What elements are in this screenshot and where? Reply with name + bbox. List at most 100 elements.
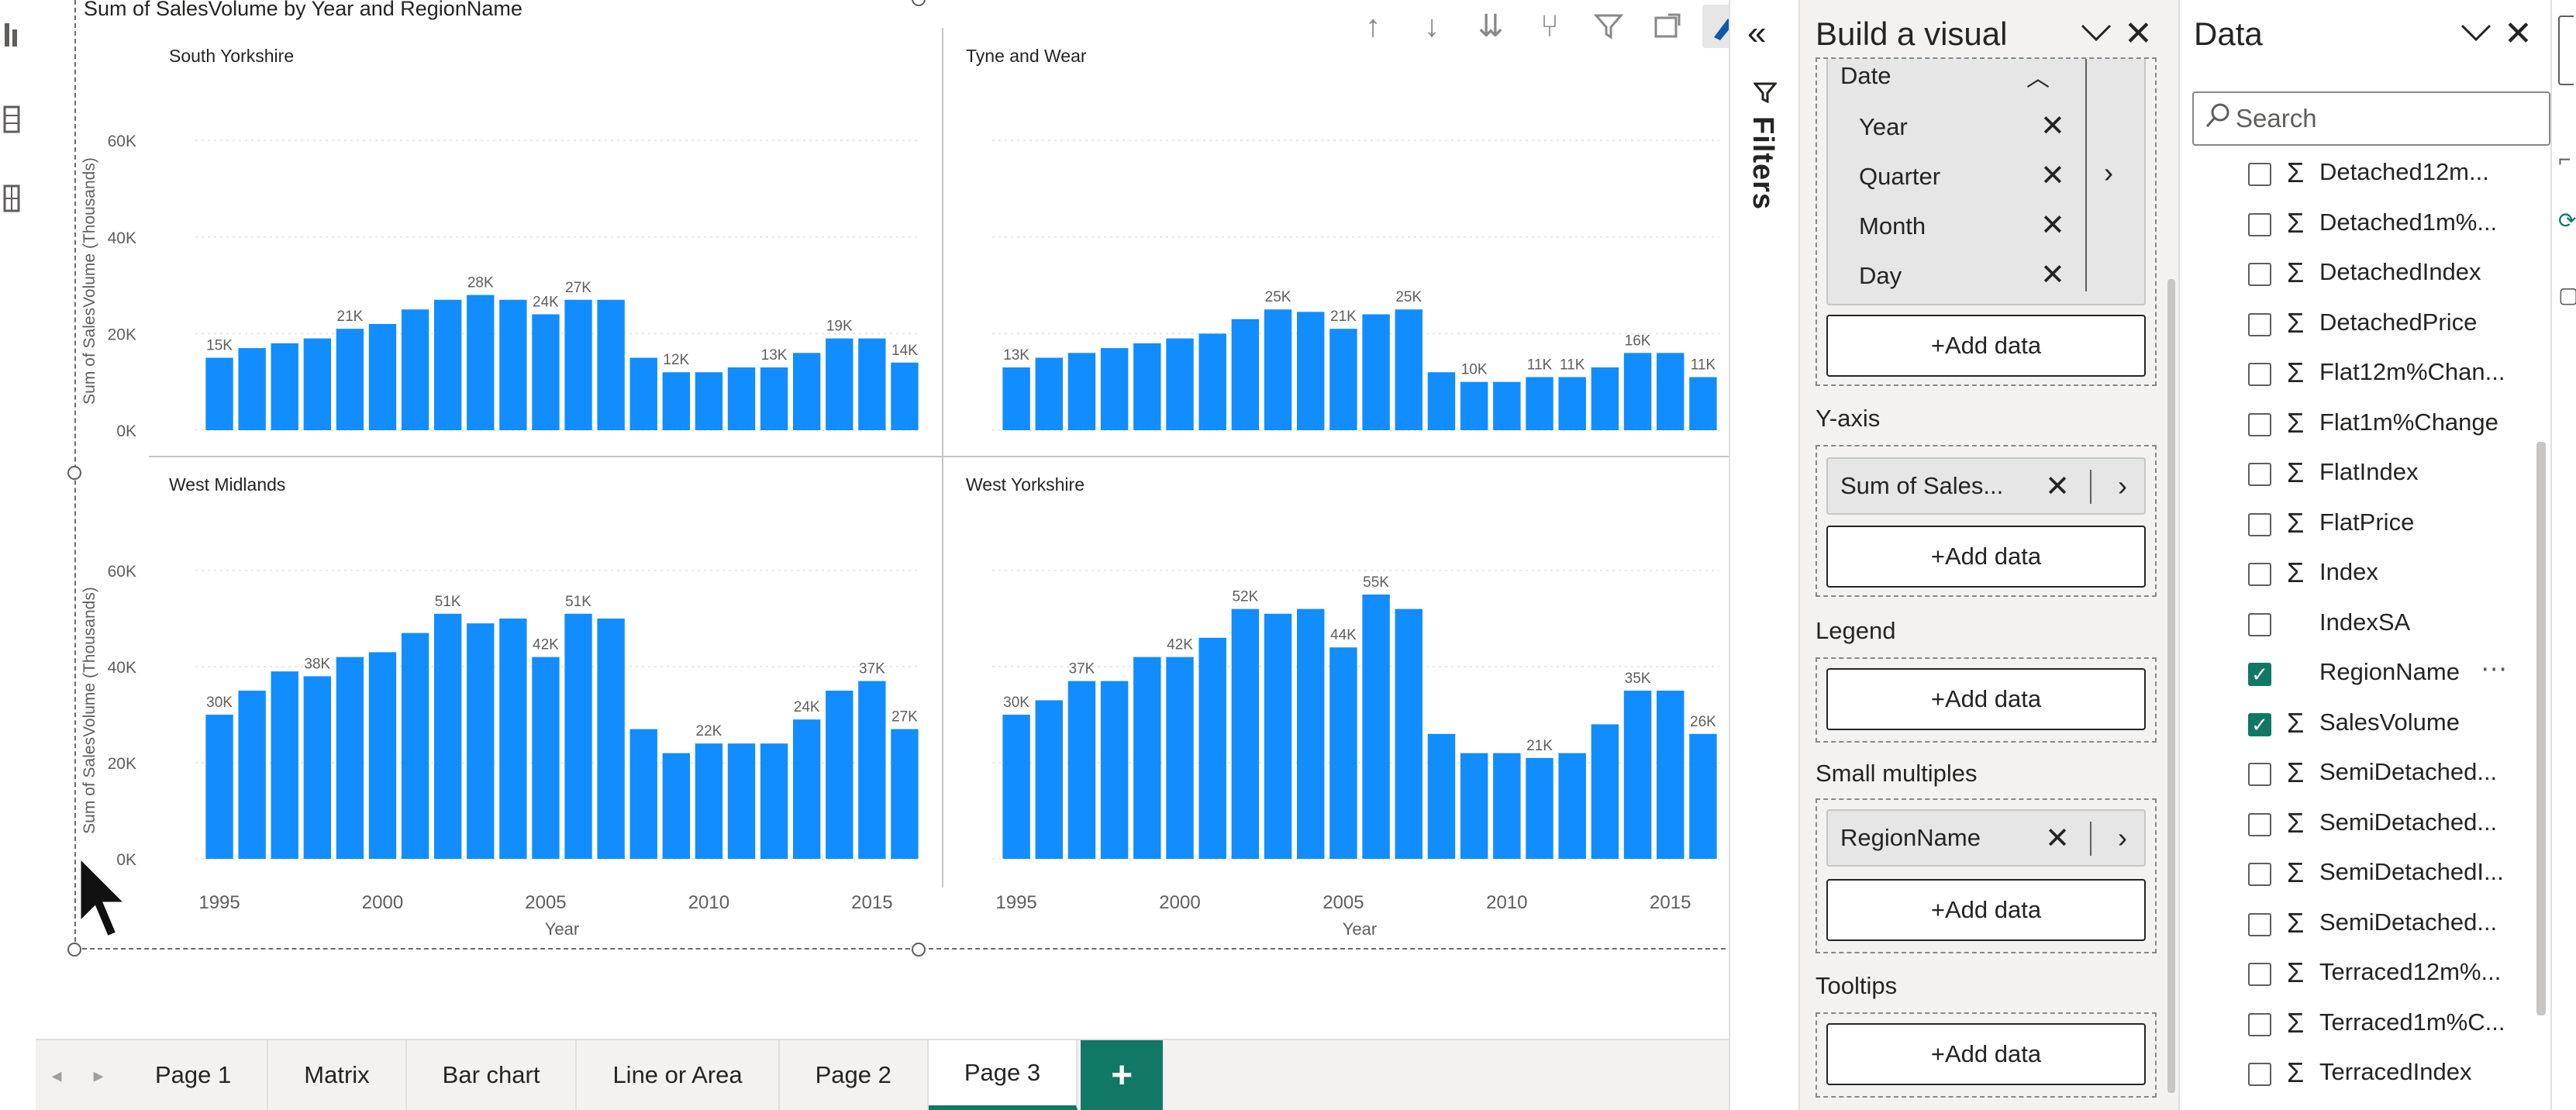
bar	[1657, 353, 1685, 430]
expand-filters-icon[interactable]: «	[1747, 14, 1766, 53]
bar	[1264, 613, 1292, 859]
yaxis-field-pill[interactable]: Sum of Sales... ✕ ›	[1826, 457, 2146, 515]
format-pane-tab-icon[interactable]: ⌐	[2558, 147, 2571, 172]
data-field-row[interactable]: Σ Flat12m%Chan...	[2248, 352, 2527, 398]
close-icon[interactable]: ✕	[2124, 14, 2153, 53]
yaxis-field-chevron-icon[interactable]: ›	[2118, 470, 2127, 502]
more-options-icon[interactable]: ⋯	[2481, 653, 2507, 684]
remove-day-icon[interactable]: ✕	[2040, 257, 2065, 292]
expand-chevron-icon[interactable]: ›	[2104, 157, 2113, 189]
data-field-row[interactable]: Σ Detached12m...	[2248, 152, 2527, 198]
data-label: 37K	[859, 661, 885, 677]
tooltips-add-data-button[interactable]: +Add data	[1826, 1023, 2146, 1085]
bar	[826, 691, 853, 859]
data-field-row[interactable]: Σ TerracedIndex	[2248, 1052, 2527, 1098]
checkbox[interactable]	[2248, 563, 2271, 586]
page-tab-page-2[interactable]: Page 2	[779, 1040, 929, 1110]
data-field-row[interactable]: Σ SemiDetached...	[2248, 902, 2527, 949]
page-tab-line-or-area[interactable]: Line or Area	[577, 1040, 780, 1110]
data-label: 44K	[1330, 627, 1357, 643]
page-tab-page-1[interactable]: Page 1	[119, 1040, 269, 1110]
collapse-hierarchy-icon[interactable]: ︿	[2026, 59, 2050, 93]
data-field-row[interactable]: Σ DetachedIndex	[2248, 252, 2527, 298]
bar	[727, 367, 756, 430]
data-label: 10K	[1461, 362, 1488, 378]
remove-small-multiples-field-icon[interactable]: ✕	[2045, 821, 2070, 856]
data-field-row[interactable]: Σ SemiDetached...	[2248, 802, 2527, 849]
collapse-chevron-icon[interactable]	[2079, 19, 2113, 51]
checkbox[interactable]	[2248, 212, 2271, 236]
bar	[1231, 608, 1260, 859]
bar	[891, 362, 919, 430]
checked-checkbox[interactable]: ✓	[2248, 663, 2271, 686]
remove-year-icon[interactable]: ✕	[2040, 109, 2065, 143]
checkbox[interactable]	[2248, 1012, 2271, 1036]
table-view-icon[interactable]	[3, 104, 22, 135]
data-field-row[interactable]: Σ Detached1m%...	[2248, 202, 2527, 249]
checkbox[interactable]	[2248, 312, 2271, 336]
data-field-row[interactable]: ✓ Σ SalesVolume	[2248, 702, 2527, 749]
collapse-chevron-icon[interactable]	[2459, 19, 2493, 51]
checkbox[interactable]	[2248, 963, 2271, 986]
small-multiples-add-data-button[interactable]: +Add data	[1826, 879, 2146, 941]
checkbox[interactable]	[2248, 863, 2271, 886]
bar	[1002, 367, 1030, 430]
remove-yaxis-field-icon[interactable]: ✕	[2045, 469, 2070, 504]
data-field-row[interactable]: Σ FlatPrice	[2248, 502, 2527, 549]
add-page-button[interactable]: +	[1081, 1040, 1164, 1110]
data-field-row[interactable]: Σ FlatIndex	[2248, 452, 2527, 498]
data-pane-tab-icon[interactable]: ▢	[2558, 282, 2576, 308]
bar	[760, 743, 788, 859]
bar	[1558, 377, 1586, 430]
data-field-row[interactable]: Σ DetachedPrice	[2248, 302, 2527, 349]
page-tab-matrix[interactable]: Matrix	[268, 1040, 407, 1110]
remove-quarter-icon[interactable]: ✕	[2040, 158, 2065, 193]
close-icon[interactable]: ✕	[2504, 14, 2533, 53]
xaxis-add-data-button[interactable]: +Add data	[1826, 315, 2146, 377]
model-view-icon[interactable]	[3, 183, 22, 214]
data-field-row[interactable]: Σ SemiDetached...	[2248, 752, 2527, 798]
checkbox[interactable]	[2248, 363, 2271, 386]
small-multiples-bar-chart[interactable]: Sum of SalesVolume by Year and RegionNam…	[67, 0, 1771, 957]
data-field-row[interactable]: Σ Index	[2248, 552, 2527, 598]
data-field-row[interactable]: Σ Flat1m%Change	[2248, 402, 2527, 449]
visualizations-pane-tab-icon[interactable]	[2558, 16, 2574, 85]
build-pane-scrollbar[interactable]	[2167, 279, 2175, 1093]
checkbox[interactable]	[2248, 763, 2271, 786]
data-field-row[interactable]: Σ Terraced1m%C...	[2248, 1002, 2527, 1049]
checkbox[interactable]	[2248, 912, 2271, 936]
data-field-row[interactable]: ✓ RegionName ⋯	[2248, 652, 2527, 698]
page-tab-bar-chart[interactable]: Bar chart	[406, 1040, 578, 1110]
data-field-row[interactable]: Σ SemiDetachedI...	[2248, 852, 2527, 898]
data-field-row[interactable]: Σ Terraced12m%...	[2248, 952, 2527, 998]
legend-add-data-button[interactable]: +Add data	[1826, 668, 2146, 730]
checkbox[interactable]	[2248, 1063, 2271, 1086]
y-tick-label: 60K	[108, 563, 136, 581]
left-nav	[0, 0, 36, 1110]
checkbox[interactable]	[2248, 512, 2271, 536]
small-multiples-field-chevron-icon[interactable]: ›	[2118, 822, 2127, 854]
checkbox[interactable]	[2248, 412, 2271, 436]
checkbox[interactable]	[2248, 263, 2271, 286]
next-page-arrow-icon[interactable]: ▸	[78, 1040, 119, 1110]
data-pane-scrollbar[interactable]	[2536, 442, 2546, 1015]
checked-checkbox[interactable]: ✓	[2248, 712, 2271, 736]
checkbox[interactable]	[2248, 612, 2271, 636]
date-hierarchy-pill[interactable]: Date ︿ Year ✕ Quarter ✕ Month ✕ Day ✕ ›	[1826, 59, 2146, 305]
yaxis-add-data-button[interactable]: +Add data	[1826, 526, 2146, 588]
filters-label[interactable]: Filters	[1746, 116, 1779, 210]
checkbox[interactable]	[2248, 812, 2271, 836]
checkbox[interactable]	[2248, 163, 2271, 186]
remove-month-icon[interactable]: ✕	[2040, 208, 2065, 243]
refresh-icon[interactable]: ⟳	[2558, 208, 2576, 233]
data-field-row[interactable]: IndexSA	[2248, 602, 2527, 649]
search-input[interactable]: Search	[2192, 91, 2550, 146]
page-tab-page-3[interactable]: Page 3	[928, 1040, 1078, 1110]
checkbox[interactable]	[2248, 463, 2271, 486]
small-multiples-field-pill[interactable]: RegionName ✕ ›	[1826, 809, 2146, 867]
sigma-icon: Σ	[2287, 1057, 2305, 1088]
build-visual-pane: Build a visual ✕ Date ︿ Year ✕ Quarter ✕…	[1798, 0, 2178, 1110]
report-view-icon[interactable]	[3, 19, 22, 50]
bar	[564, 299, 592, 430]
prev-page-arrow-icon[interactable]: ◂	[36, 1040, 78, 1110]
